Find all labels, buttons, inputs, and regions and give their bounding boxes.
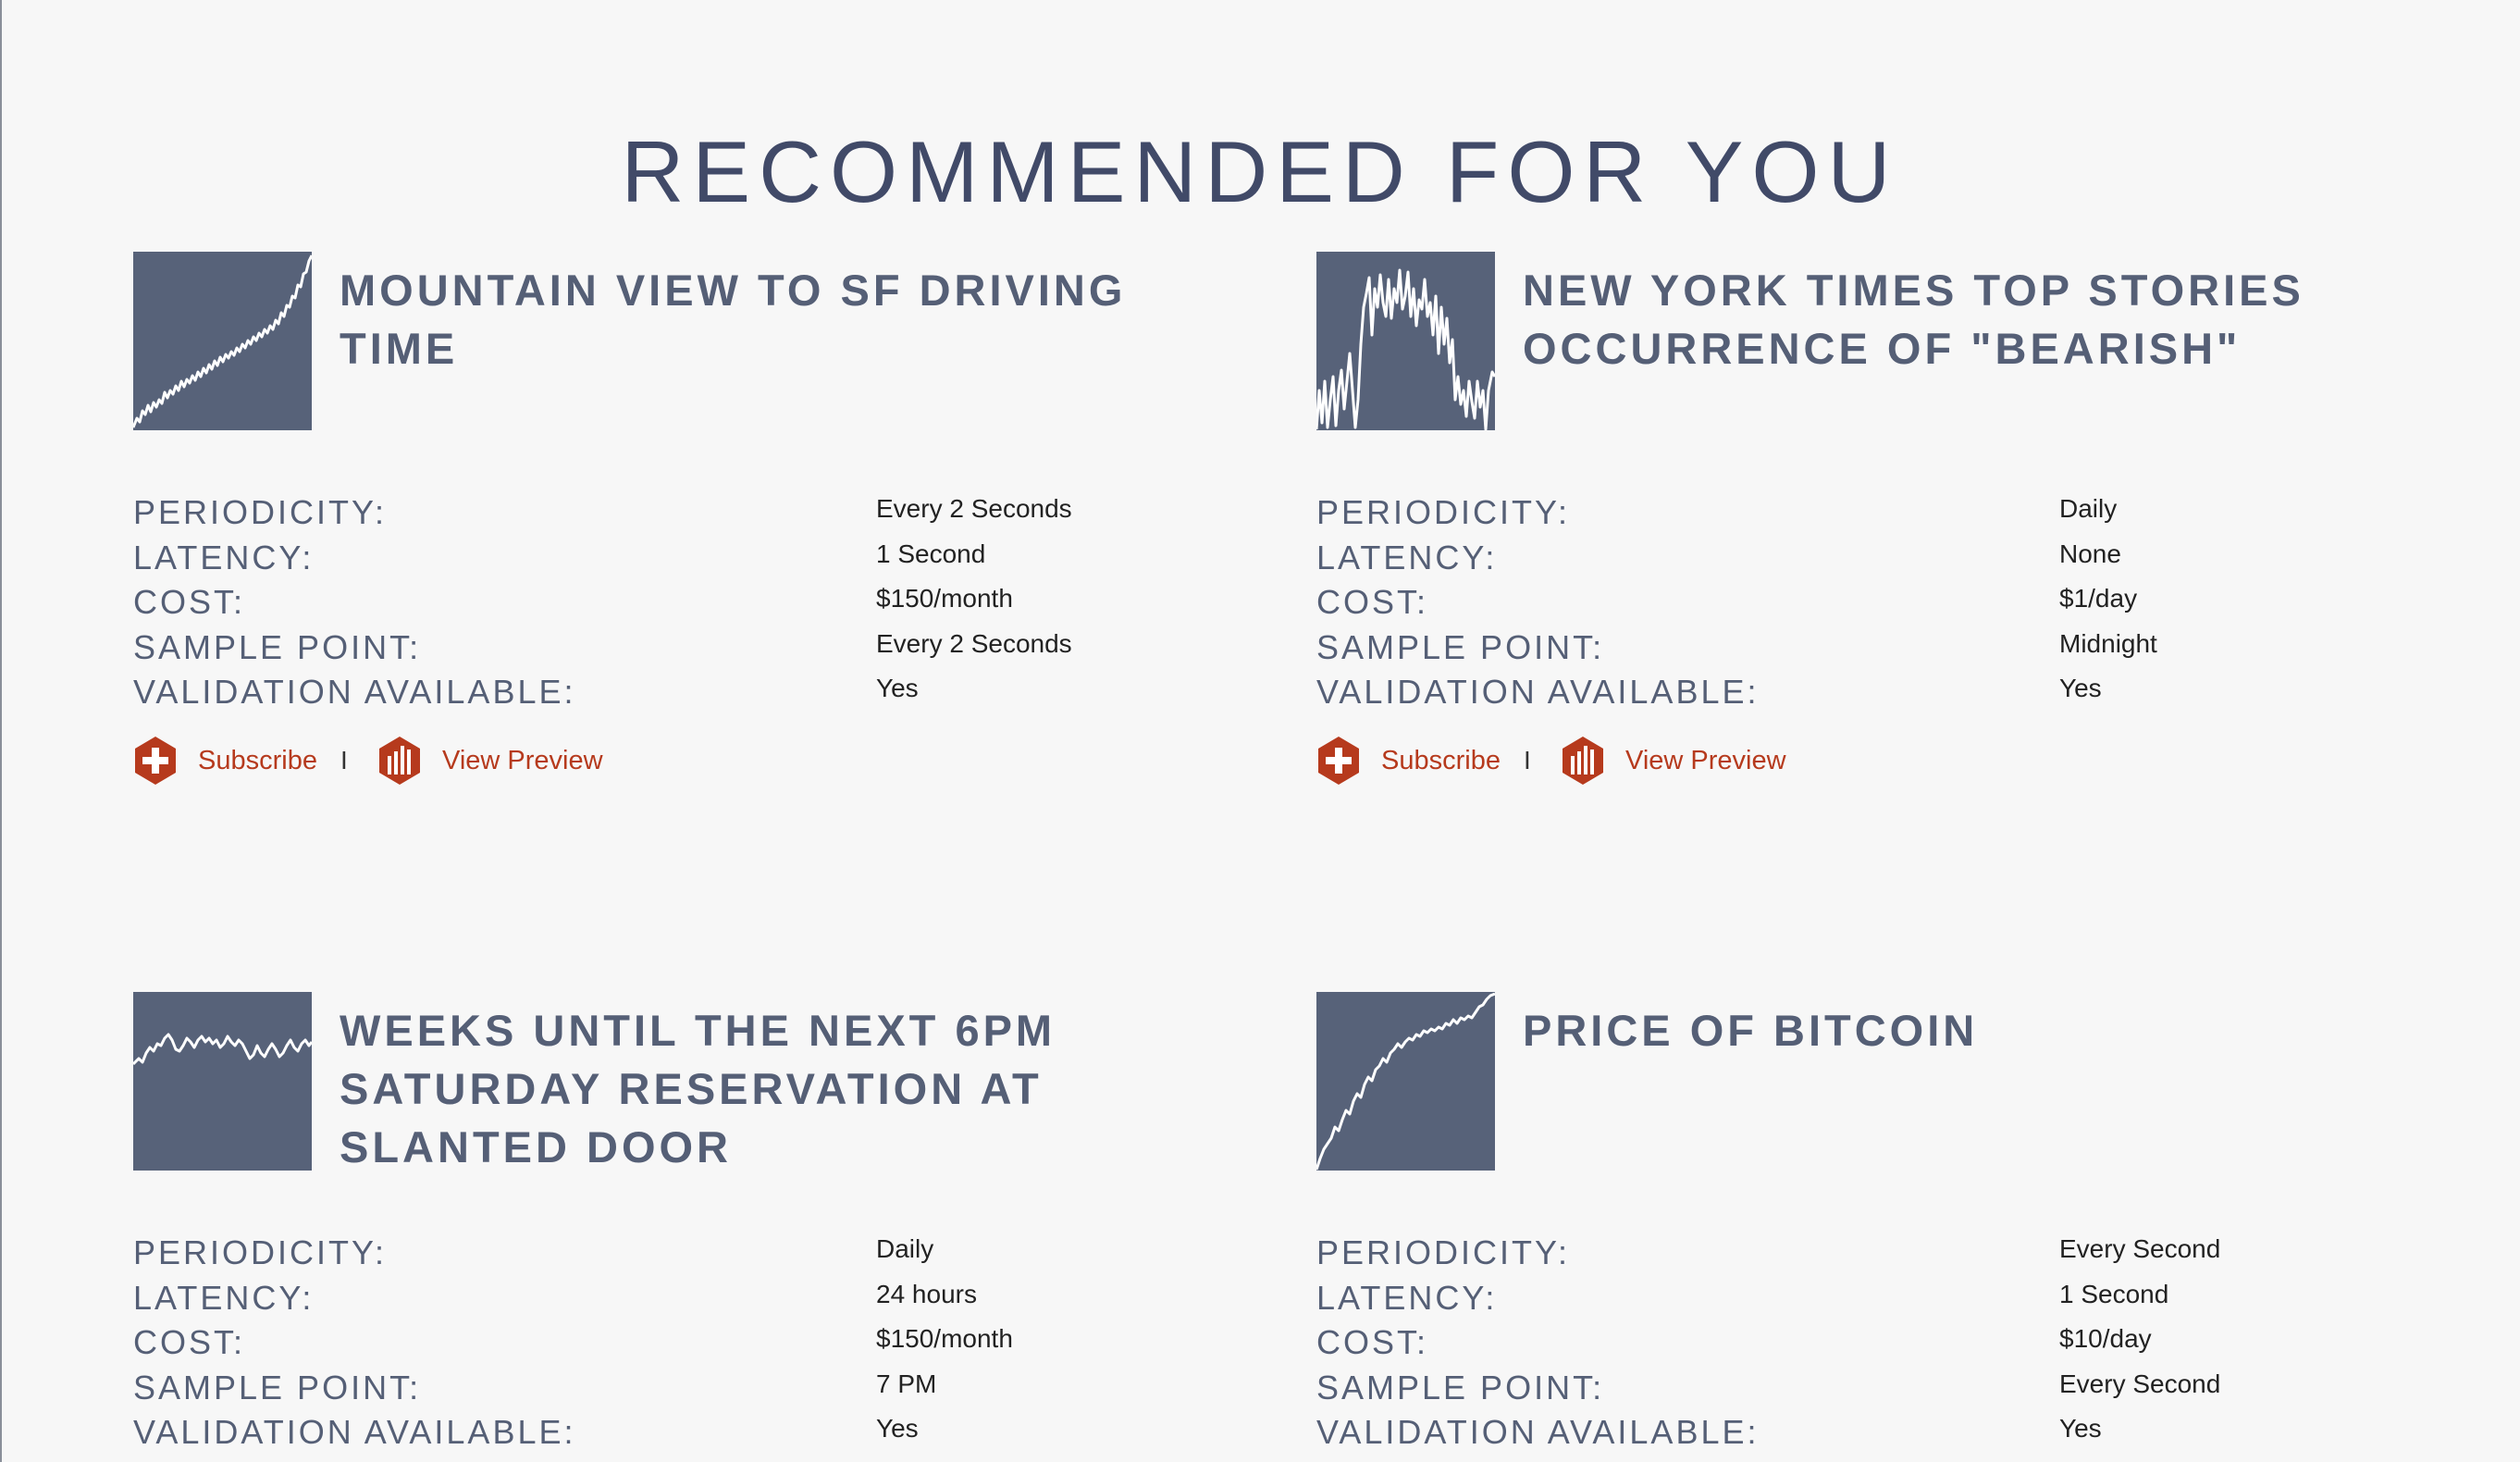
sample-point-label: SAMPLE POINT:: [1316, 1368, 1605, 1406]
periodicity-label: PERIODICITY:: [133, 493, 388, 531]
page-title: RECOMMENDED FOR YOU: [621, 122, 1899, 220]
card-title[interactable]: PRICE OF BITCOIN: [1523, 1001, 2411, 1059]
properties-list: PERIODICITY: Daily LATENCY: None COST: $…: [1316, 490, 2427, 715]
sparkline-thumbnail[interactable]: [1316, 252, 1495, 430]
sample-point-value: Every 2 Seconds: [876, 628, 1072, 658]
action-separator: I: [340, 746, 348, 774]
sparkline-flat-icon: [133, 1033, 312, 1066]
property-row-cost: COST: $1/day: [1316, 580, 2427, 626]
cost-label: COST:: [1316, 583, 1429, 622]
validation-value: Yes: [2059, 674, 2102, 703]
validation-value: Yes: [2059, 1414, 2102, 1443]
property-row-sample-point: SAMPLE POINT: Every Second: [1316, 1366, 2427, 1411]
validation-value: Yes: [876, 1414, 919, 1443]
sample-point-value: 7 PM: [876, 1369, 937, 1398]
view-preview-button[interactable]: View Preview: [377, 735, 603, 787]
cost-label: COST:: [133, 1323, 246, 1362]
latency-label: LATENCY:: [1316, 1278, 1498, 1317]
cost-value: $10/day: [2059, 1324, 2152, 1354]
periodicity-label: PERIODICITY:: [133, 1233, 388, 1271]
properties-list: PERIODICITY: Every 2 Seconds LATENCY: 1 …: [133, 490, 1243, 715]
bar-chart-hexagon-icon: [1563, 737, 1603, 785]
property-row-sample-point: SAMPLE POINT: Midnight: [1316, 626, 2427, 671]
property-row-latency: LATENCY: None: [1316, 536, 2427, 581]
cost-label: COST:: [1316, 1323, 1429, 1362]
sparkline-rising-icon: [1316, 992, 1495, 1171]
bar-chart-hexagon-icon: [379, 737, 420, 785]
latency-label: LATENCY:: [133, 1278, 315, 1317]
cost-value: $1/day: [2059, 584, 2138, 613]
latency-label: LATENCY:: [133, 538, 315, 576]
periodicity-label: PERIODICITY:: [1316, 493, 1571, 531]
validation-label: VALIDATION AVAILABLE:: [1316, 673, 1760, 712]
latency-label: LATENCY:: [1316, 538, 1498, 576]
sparkline-rising-icon: [133, 254, 312, 428]
periodicity-value: Every 2 Seconds: [876, 494, 1072, 523]
property-row-sample-point: SAMPLE POINT: 7 PM: [133, 1366, 1243, 1411]
validation-value: Yes: [876, 674, 919, 703]
subscribe-button[interactable]: Subscribe: [133, 735, 317, 787]
property-row-cost: COST: $10/day: [1316, 1320, 2427, 1366]
periodicity-value: Daily: [876, 1234, 934, 1263]
subscribe-label: Subscribe: [1381, 745, 1501, 775]
sample-point-label: SAMPLE POINT:: [1316, 627, 1605, 666]
sample-point-value: Every Second: [2059, 1369, 2221, 1398]
card-actions: Subscribe I View Preview: [133, 735, 1243, 787]
action-separator: I: [1524, 746, 1531, 774]
property-row-cost: COST: $150/month: [133, 580, 1243, 626]
sparkline-spiky-icon: [1316, 268, 1495, 430]
plus-hexagon-icon: [135, 737, 176, 785]
cost-label: COST:: [133, 583, 246, 622]
property-row-periodicity: PERIODICITY: Daily: [1316, 490, 2427, 536]
latency-value: 1 Second: [2059, 1279, 2169, 1308]
latency-value: None: [2059, 539, 2121, 568]
periodicity-value: Every Second: [2059, 1234, 2221, 1263]
card-actions: Subscribe I View Preview: [1316, 735, 2427, 787]
property-row-latency: LATENCY: 1 Second: [1316, 1276, 2427, 1321]
validation-label: VALIDATION AVAILABLE:: [133, 1413, 576, 1452]
sample-point-label: SAMPLE POINT:: [133, 1368, 422, 1406]
sparkline-thumbnail[interactable]: [133, 992, 312, 1171]
property-row-validation: VALIDATION AVAILABLE: Yes: [133, 1410, 1243, 1456]
validation-label: VALIDATION AVAILABLE:: [1316, 1413, 1760, 1452]
view-preview-label: View Preview: [1625, 745, 1786, 775]
periodicity-value: Daily: [2059, 494, 2118, 523]
property-row-validation: VALIDATION AVAILABLE: Yes: [1316, 670, 2427, 715]
card-title[interactable]: WEEKS UNTIL THE NEXT 6PM SATURDAY RESERV…: [340, 1001, 1228, 1176]
card-title[interactable]: MOUNTAIN VIEW TO SF DRIVING TIME: [340, 261, 1228, 378]
property-row-validation: VALIDATION AVAILABLE: Yes: [1316, 1410, 2427, 1456]
sparkline-thumbnail[interactable]: [133, 252, 312, 430]
cost-value: $150/month: [876, 584, 1013, 613]
property-row-periodicity: PERIODICITY: Every 2 Seconds: [133, 490, 1243, 536]
property-row-periodicity: PERIODICITY: Daily: [133, 1231, 1243, 1276]
subscribe-label: Subscribe: [198, 745, 317, 775]
cost-value: $150/month: [876, 1324, 1013, 1354]
property-row-validation: VALIDATION AVAILABLE: Yes: [133, 670, 1243, 715]
subscribe-button[interactable]: Subscribe: [1316, 735, 1501, 787]
sparkline-thumbnail[interactable]: [1316, 992, 1495, 1171]
card-title[interactable]: NEW YORK TIMES TOP STORIES OCCURRENCE OF…: [1523, 261, 2411, 378]
latency-value: 1 Second: [876, 539, 986, 568]
properties-list: PERIODICITY: Daily LATENCY: 24 hours COS…: [133, 1231, 1243, 1456]
validation-label: VALIDATION AVAILABLE:: [133, 673, 576, 712]
sample-point-value: Midnight: [2059, 628, 2157, 658]
property-row-periodicity: PERIODICITY: Every Second: [1316, 1231, 2427, 1276]
property-row-latency: LATENCY: 24 hours: [133, 1276, 1243, 1321]
view-preview-button[interactable]: View Preview: [1561, 735, 1786, 787]
property-row-sample-point: SAMPLE POINT: Every 2 Seconds: [133, 626, 1243, 671]
property-row-latency: LATENCY: 1 Second: [133, 536, 1243, 581]
latency-value: 24 hours: [876, 1279, 977, 1308]
plus-hexagon-icon: [1318, 737, 1359, 785]
periodicity-label: PERIODICITY:: [1316, 1233, 1571, 1271]
properties-list: PERIODICITY: Every Second LATENCY: 1 Sec…: [1316, 1231, 2427, 1456]
view-preview-label: View Preview: [442, 745, 603, 775]
sample-point-label: SAMPLE POINT:: [133, 627, 422, 666]
property-row-cost: COST: $150/month: [133, 1320, 1243, 1366]
